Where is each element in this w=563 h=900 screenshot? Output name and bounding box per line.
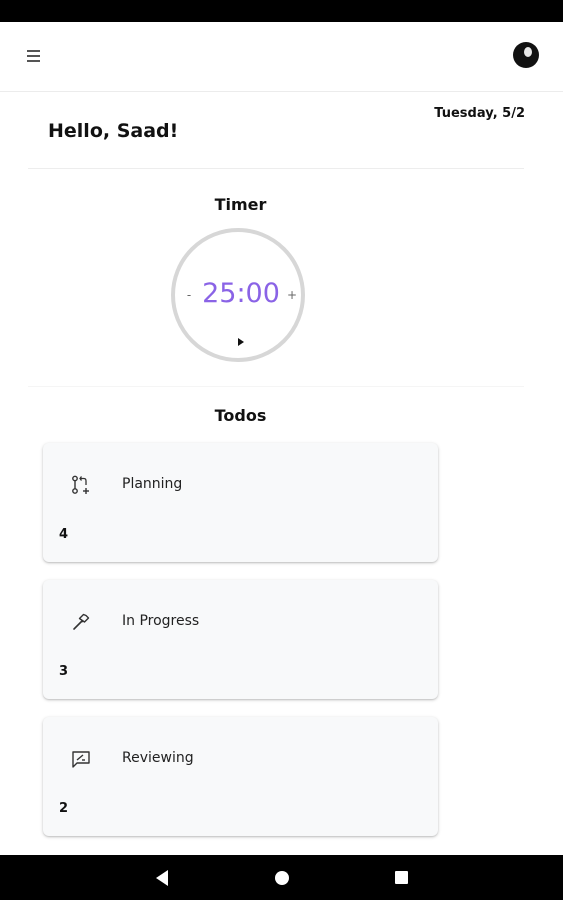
back-triangle-icon[interactable]	[156, 870, 168, 886]
hammer-icon	[73, 613, 90, 630]
todo-card-label: In Progress	[122, 613, 200, 629]
greeting-title: Hello, Saad!	[48, 120, 179, 142]
system-navigation-bar	[0, 855, 563, 900]
todo-card-reviewing[interactable]: Reviewing 2	[43, 717, 438, 836]
todo-card-count: 3	[59, 664, 69, 679]
todos-title: Todos	[214, 406, 267, 425]
todo-card-count: 4	[59, 527, 69, 542]
todo-card-count: 2	[59, 801, 69, 816]
header-divider	[28, 168, 524, 169]
timer-increment-button[interactable]: +	[286, 288, 298, 304]
timer-title: Timer	[214, 195, 267, 214]
status-bar	[0, 0, 563, 22]
home-circle-icon[interactable]	[275, 871, 289, 885]
date-label: Tuesday, 5/2	[434, 106, 525, 121]
recents-square-icon[interactable]	[395, 871, 408, 884]
hamburger-menu-icon[interactable]	[24, 46, 44, 66]
section-divider	[28, 386, 524, 387]
app-bar	[0, 22, 563, 92]
user-avatar-icon[interactable]	[513, 42, 539, 68]
todo-card-in-progress[interactable]: In Progress 3	[43, 580, 438, 699]
timer-value: 25:00	[202, 278, 280, 309]
todo-card-label: Reviewing	[122, 750, 194, 766]
todo-card-label: Planning	[122, 476, 183, 492]
todo-card-planning[interactable]: Planning 4	[43, 443, 438, 562]
timer-decrement-button[interactable]: -	[183, 288, 195, 304]
review-chat-icon	[72, 751, 90, 768]
git-pull-request-icon	[72, 475, 89, 494]
play-icon[interactable]	[235, 336, 247, 348]
